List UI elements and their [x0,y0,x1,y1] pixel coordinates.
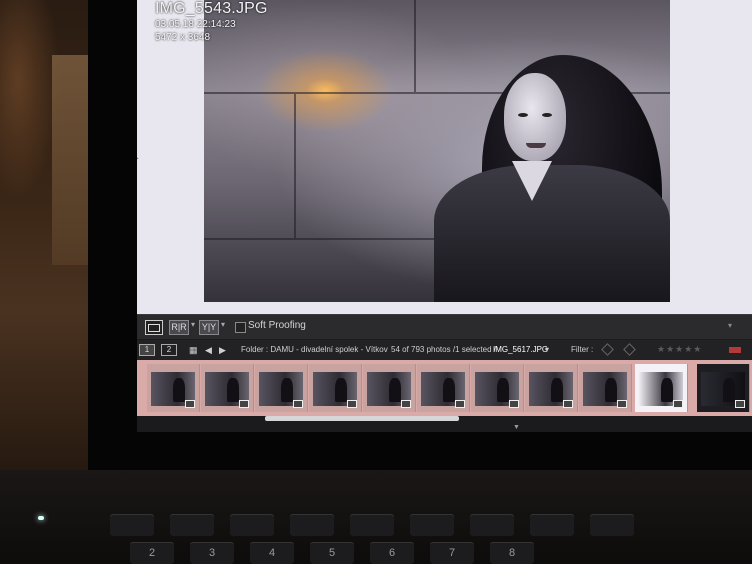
filmstrip-thumbnail[interactable] [201,364,254,412]
wall-joint [204,238,444,240]
soft-proofing-label: Soft Proofing [248,320,306,331]
key[interactable] [470,514,514,536]
flag-filter-icon[interactable] [623,343,636,356]
key[interactable] [590,514,634,536]
star-rating-filter[interactable]: ★★★★★ [657,344,702,355]
filmstrip-scroll-thumb[interactable] [265,416,459,421]
folder-path[interactable]: Folder : DAMU - divadelní spolek - Vítko… [241,344,388,356]
lightroom-screen: ▶ IMG_5543.JPG 03.05.18 22:14:23 5472 x … [137,0,752,432]
edit-badge-icon [673,400,683,408]
key-6[interactable]: 6 [370,542,414,564]
filmstrip-thumbnail-selected[interactable] [635,364,688,412]
toolbar: R|R ▾ Y|Y ▾ Soft Proofing ▾ [137,314,752,339]
key[interactable] [230,514,274,536]
key[interactable] [170,514,214,536]
flag-filter-icon[interactable] [601,343,614,356]
filmstrip-thumbnail[interactable] [147,364,200,412]
status-led [38,516,44,520]
key-4[interactable]: 4 [250,542,294,564]
subject-face [504,73,566,161]
back-arrow-icon[interactable]: ◀ [205,344,212,356]
key-7[interactable]: 7 [430,542,474,564]
edit-badge-icon [563,400,573,408]
key-8[interactable]: 8 [490,542,534,564]
eye [518,113,528,117]
filmstrip-thumbnail[interactable] [697,364,750,412]
edit-badge-icon [239,400,249,408]
edit-badge-icon [185,400,195,408]
left-panel-toggle-icon[interactable]: ▶ [137,153,139,164]
photo-count: 54 of 793 photos /1 selected / [391,345,496,354]
compare-view-button[interactable]: R|R [169,320,189,335]
survey-dropdown-icon[interactable]: ▾ [221,320,225,329]
main-photo[interactable] [204,0,670,302]
key[interactable] [410,514,454,536]
filmstrip-thumbnail[interactable] [363,364,416,412]
grid-icon[interactable]: ▦ [189,344,198,356]
filmstrip-scrollbar[interactable] [137,416,752,422]
survey-view-button[interactable]: Y|Y [199,320,219,335]
compare-dropdown-icon[interactable]: ▾ [191,320,195,329]
filmstrip-thumbnail[interactable] [525,364,578,412]
portrait-subject [434,55,670,302]
soft-proofing-checkbox[interactable] [235,322,246,333]
filmstrip-thumbnail[interactable] [255,364,308,412]
key[interactable] [110,514,154,536]
filmstrip-thumbnail[interactable] [471,364,524,412]
eye [542,113,552,117]
keyboard: 2 3 4 5 6 7 8 [110,508,752,564]
key-2[interactable]: 2 [130,542,174,564]
mouth [526,143,546,148]
bottom-panel-toggle-icon[interactable]: ▼ [513,424,520,431]
toolbar-menu-icon[interactable]: ▾ [728,321,732,330]
filmstrip [137,360,752,416]
edit-badge-icon [617,400,627,408]
edit-badge-icon [401,400,411,408]
forward-arrow-icon[interactable]: ▶ [219,344,226,356]
photo-filename: IMG_5543.JPG [155,0,268,17]
photo-dimensions: 5472 x 3648 [155,32,211,43]
loupe-preview-area: ▶ IMG_5543.JPG 03.05.18 22:14:23 5472 x … [137,0,752,314]
lamp-glow [0,0,60,200]
loupe-view-button[interactable] [145,320,163,335]
edit-badge-icon [735,400,745,408]
key[interactable] [290,514,334,536]
photo-info-overlay: IMG_5543.JPG 03.05.18 22:14:23 5472 x 36… [155,0,268,44]
page-2-button[interactable]: 2 [161,344,177,356]
key[interactable] [350,514,394,536]
key-3[interactable]: 3 [190,542,234,564]
filmstrip-thumbnail[interactable] [417,364,470,412]
edit-badge-icon [293,400,303,408]
selected-filename[interactable]: IMG_5617.JPG [493,344,548,356]
subject-jacket [434,165,670,302]
filmstrip-thumbnail[interactable] [309,364,362,412]
filename-dropdown-icon[interactable]: ▾ [545,344,549,356]
key[interactable] [530,514,574,536]
edit-badge-icon [455,400,465,408]
wall-joint [414,0,416,92]
key-5[interactable]: 5 [310,542,354,564]
edit-badge-icon [509,400,519,408]
page-1-button[interactable]: 1 [139,344,155,356]
wall-picture-frame [52,55,92,265]
filter-label: Filter : [571,345,594,354]
edit-badge-icon [347,400,357,408]
color-label-filter-icon[interactable] [729,347,741,353]
filmstrip-header: 1 2 ▦ ◀ ▶ Folder : DAMU - divadelní spol… [137,340,752,360]
loupe-view-icon [148,324,160,332]
photo-datetime: 03.05.18 22:14:23 [155,19,236,30]
wall-joint [294,94,296,238]
filmstrip-thumbnail[interactable] [579,364,632,412]
